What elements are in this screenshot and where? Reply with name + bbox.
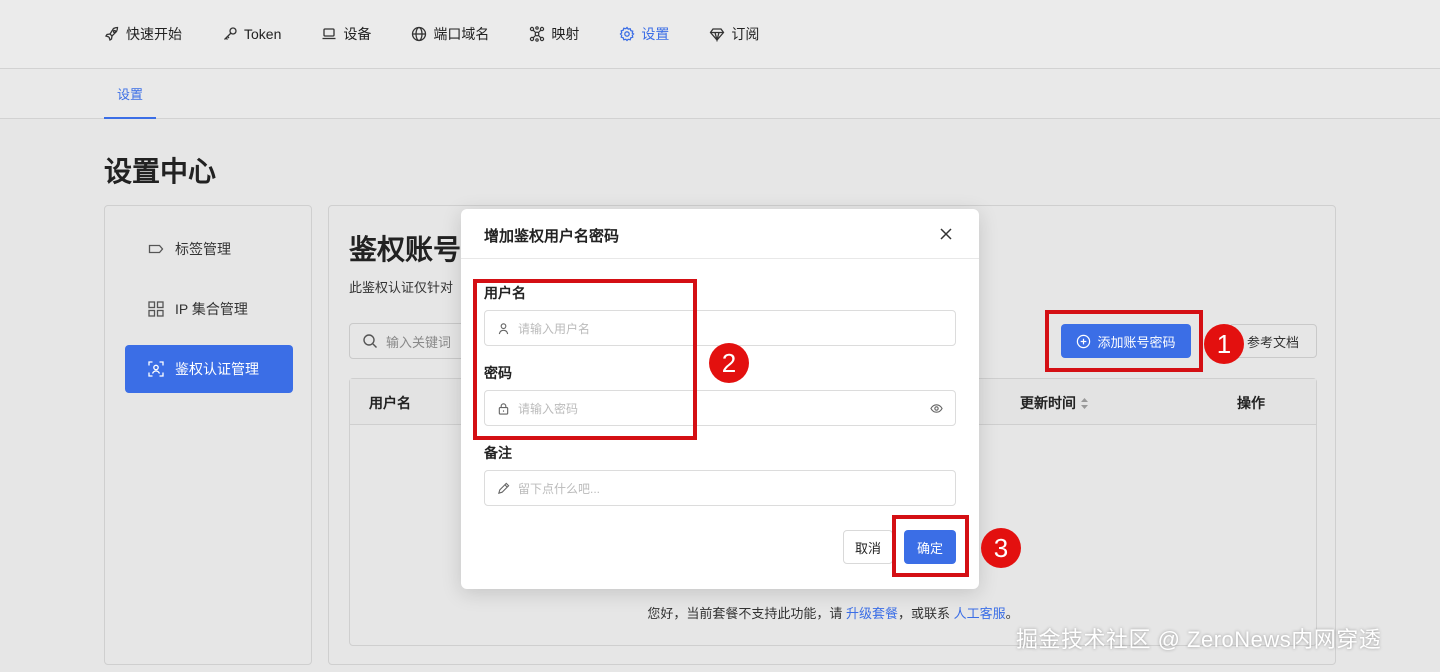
nav-label: 快速开始 [126, 26, 182, 42]
key-icon [224, 27, 237, 40]
grid-icon [148, 301, 164, 317]
nav-item-token[interactable]: Token [222, 26, 281, 42]
eye-icon[interactable] [930, 402, 943, 415]
annotation-badge-2: 2 [709, 343, 749, 383]
tab-settings[interactable]: 设置 [104, 69, 156, 119]
settings-sidebar: 标签管理 IP 集合管理 鉴权认证管理 [104, 205, 312, 665]
column-label: 更新时间 [1020, 395, 1076, 411]
remark-label: 备注 [484, 445, 512, 461]
annotation-badge-3: 3 [981, 528, 1021, 568]
nav-label: 映射 [551, 26, 580, 42]
face-scan-icon [148, 361, 164, 377]
sidebar-item-label: 鉴权认证管理 [175, 361, 259, 377]
empty-text: 。 [1005, 606, 1019, 621]
nav-label: 订阅 [731, 26, 760, 42]
annotation-badge-1: 1 [1204, 324, 1244, 364]
sidebar-item-auth[interactable]: 鉴权认证管理 [125, 345, 293, 393]
section-description: 此鉴权认证仅针对 [349, 280, 454, 295]
nav-item-subscription[interactable]: 订阅 [709, 24, 759, 44]
nav-label: Token [244, 26, 282, 42]
diamond-icon [710, 28, 725, 42]
annotation-box-add-button [1045, 310, 1203, 372]
remark-placeholder: 留下点什么吧... [518, 481, 601, 496]
gear-icon [619, 26, 635, 42]
nav-item-settings[interactable]: 设置 [619, 24, 669, 44]
rocket-icon [104, 26, 119, 42]
column-actions: 操作 [1237, 395, 1265, 411]
nav-item-quickstart[interactable]: 快速开始 [104, 24, 182, 44]
nav-item-mapping[interactable]: 映射 [529, 24, 579, 44]
page-title: 设置中心 [104, 156, 217, 187]
search-icon [363, 334, 377, 348]
sub-tab-bar: 设置 [0, 69, 1440, 119]
column-updated-time[interactable]: 更新时间 [1020, 393, 1089, 413]
close-icon [940, 228, 952, 240]
customer-service-link[interactable]: 人工客服 [954, 606, 1006, 621]
sidebar-item-tags[interactable]: 标签管理 [125, 225, 293, 273]
modal-header: 增加鉴权用户名密码 [461, 209, 979, 259]
close-button[interactable] [935, 223, 957, 245]
section-title: 鉴权账号 [349, 234, 462, 265]
nav-item-devices[interactable]: 设备 [321, 24, 371, 44]
nav-label: 设备 [343, 26, 372, 42]
modal-title: 增加鉴权用户名密码 [484, 228, 620, 245]
empty-text: 您好，当前套餐不支持此功能，请 [647, 606, 846, 621]
laptop-icon [322, 28, 336, 40]
sidebar-item-ip-sets[interactable]: IP 集合管理 [125, 285, 293, 333]
search-input[interactable]: 输入关键词 [349, 323, 479, 359]
globe-icon [412, 26, 427, 42]
watermark: 掘金技术社区 @ ZeroNews内网穿透 [1016, 627, 1382, 652]
annotation-box-credentials [473, 279, 697, 440]
annotation-box-confirm [892, 515, 969, 577]
pencil-icon [498, 482, 510, 494]
empty-state-message: 您好，当前套餐不支持此功能，请 升级套餐，或联系 人工客服。 [350, 603, 1316, 622]
upgrade-plan-link[interactable]: 升级套餐 [846, 606, 898, 621]
network-icon [530, 26, 545, 42]
sort-icon[interactable] [1080, 397, 1089, 410]
cancel-button[interactable]: 取消 [843, 530, 893, 564]
top-navigation: 快速开始 Token 设备 端口域名 映射 设置 订阅 [0, 0, 1440, 69]
search-placeholder: 输入关键词 [386, 334, 452, 350]
nav-label: 设置 [641, 26, 670, 42]
remark-field[interactable]: 留下点什么吧... [484, 470, 956, 506]
nav-label: 端口域名 [433, 26, 490, 42]
tag-icon [148, 244, 164, 254]
column-username: 用户名 [369, 395, 411, 411]
sidebar-item-label: 标签管理 [175, 241, 231, 257]
sidebar-item-label: IP 集合管理 [175, 301, 248, 317]
empty-text: ，或联系 [897, 606, 954, 621]
nav-item-ports-domains[interactable]: 端口域名 [411, 24, 489, 44]
